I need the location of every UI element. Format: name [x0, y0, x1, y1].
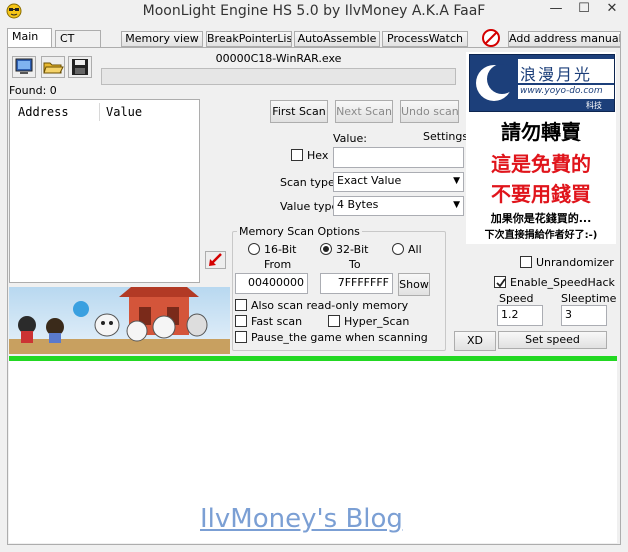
unrandomizer-label: Unrandomizer — [536, 256, 614, 269]
red-arrow-icon — [209, 253, 222, 266]
to-label: To — [349, 258, 361, 271]
settings-label: Settings — [423, 130, 469, 143]
auto-assemble-button[interactable]: AutoAssemble — [294, 31, 380, 47]
close-icon[interactable]: ✕ — [599, 0, 625, 20]
hex-label: Hex — [307, 149, 329, 162]
ad-line-3: 不要用錢買 — [491, 182, 591, 206]
process-name: 00000C18-WinRAR.exe — [215, 52, 342, 65]
chevron-down-icon: ▼ — [453, 200, 460, 210]
radio-all-label: All — [408, 243, 422, 256]
show-button[interactable]: Show — [398, 273, 430, 296]
address-column-header[interactable]: Address — [18, 105, 69, 119]
ad-line-5: 下次直接捐給作者好了:-) — [484, 230, 598, 241]
pause-game-checkbox[interactable] — [235, 331, 247, 343]
from-label: From — [264, 258, 292, 271]
found-count: Found: 0 — [9, 84, 57, 97]
ad-logo-sub: 科技 — [586, 101, 602, 110]
value-type-value: 4 Bytes — [337, 198, 379, 211]
tab-ct[interactable]: CT — [55, 30, 101, 47]
save-button[interactable] — [68, 56, 92, 78]
radio-32bit[interactable] — [320, 243, 332, 255]
scan-type-label: Scan type — [280, 176, 335, 189]
hyper-scan-checkbox[interactable] — [328, 315, 340, 327]
sleeptime-label: Sleeptime — [561, 292, 617, 305]
to-address-input[interactable]: 7FFFFFFF — [320, 273, 393, 294]
set-speed-button[interactable]: Set speed — [498, 331, 607, 349]
speed-input[interactable]: 1.2 — [497, 305, 543, 326]
radio-32bit-label: 32-Bit — [336, 243, 369, 256]
hex-checkbox[interactable] — [291, 149, 303, 161]
radio-16bit[interactable] — [248, 243, 260, 255]
tab-main[interactable]: Main — [7, 28, 52, 48]
computer-icon — [15, 58, 33, 74]
value-type-label: Value type — [280, 200, 339, 213]
breakpoint-list-button[interactable]: BreakPointerList — [206, 31, 292, 47]
ad-logo-text: 浪漫月光 — [520, 65, 593, 84]
memory-view-button[interactable]: Memory view — [121, 31, 203, 47]
xd-button[interactable]: XD — [454, 331, 496, 351]
ad-line-2: 這是免費的 — [491, 152, 591, 176]
process-watch-button[interactable]: ProcessWatch — [382, 31, 468, 47]
column-divider — [99, 103, 100, 121]
from-address-input[interactable]: 00400000 — [235, 273, 308, 294]
pause-game-label: Pause_the game when scanning — [251, 331, 428, 344]
game-banner-image — [9, 287, 230, 354]
ad-line-4: 加果你是花錢買的... — [490, 212, 592, 225]
radio-16bit-label: 16-Bit — [264, 243, 297, 256]
ad-line-1: 請勿轉賣 — [501, 120, 581, 144]
add-address-button[interactable]: Add address manually — [508, 31, 621, 47]
scan-type-value: Exact Value — [337, 174, 402, 187]
checkmark-icon — [496, 278, 506, 288]
scan-progress-bar — [101, 68, 456, 85]
blog-link[interactable]: IlvMoney's Blog — [200, 504, 403, 534]
enable-speedhack-label: Enable_SpeedHack — [510, 276, 615, 289]
value-label: Value: — [333, 132, 367, 145]
hyper-scan-label: Hyper_Scan — [344, 315, 410, 328]
value-input[interactable] — [333, 147, 464, 168]
undo-scan-button[interactable]: Undo scan — [400, 100, 459, 123]
radio-all[interactable] — [392, 243, 404, 255]
ad-logo-url: www.yoyo-do.com — [520, 86, 603, 96]
floppy-disk-icon — [72, 59, 88, 75]
fast-scan-checkbox[interactable] — [235, 315, 247, 327]
enable-speedhack-checkbox[interactable] — [494, 276, 506, 288]
stop-icon[interactable] — [481, 28, 501, 48]
add-to-list-button[interactable] — [205, 251, 226, 269]
memory-scan-options-legend: Memory Scan Options — [237, 225, 362, 238]
window-title: MoonLight Engine HS 5.0 by IlvMoney A.K.… — [142, 3, 486, 19]
readonly-checkbox[interactable] — [235, 299, 247, 311]
value-type-select[interactable]: 4 Bytes ▼ — [333, 196, 464, 216]
load-button[interactable] — [41, 56, 65, 78]
unrandomizer-checkbox[interactable] — [520, 256, 532, 268]
next-scan-button[interactable]: Next Scan — [335, 100, 393, 123]
address-list[interactable] — [9, 99, 200, 283]
fast-scan-label: Fast scan — [251, 315, 303, 328]
scan-type-select[interactable]: Exact Value ▼ — [333, 172, 464, 192]
speed-label: Speed — [499, 292, 534, 305]
folder-open-icon — [43, 62, 64, 74]
maximize-icon[interactable]: ☐ — [571, 0, 597, 20]
ad-logo: 浪漫月光 www.yoyo-do.com 科技 — [469, 54, 615, 112]
sleeptime-input[interactable]: 3 — [561, 305, 607, 326]
minimize-icon[interactable]: — — [543, 0, 569, 20]
chevron-down-icon: ▼ — [453, 176, 460, 186]
readonly-label: Also scan read-only memory — [251, 299, 409, 312]
moon-logo-icon — [476, 64, 516, 101]
open-process-button[interactable] — [12, 56, 36, 78]
value-column-header[interactable]: Value — [106, 105, 142, 119]
first-scan-button[interactable]: First Scan — [270, 100, 328, 123]
